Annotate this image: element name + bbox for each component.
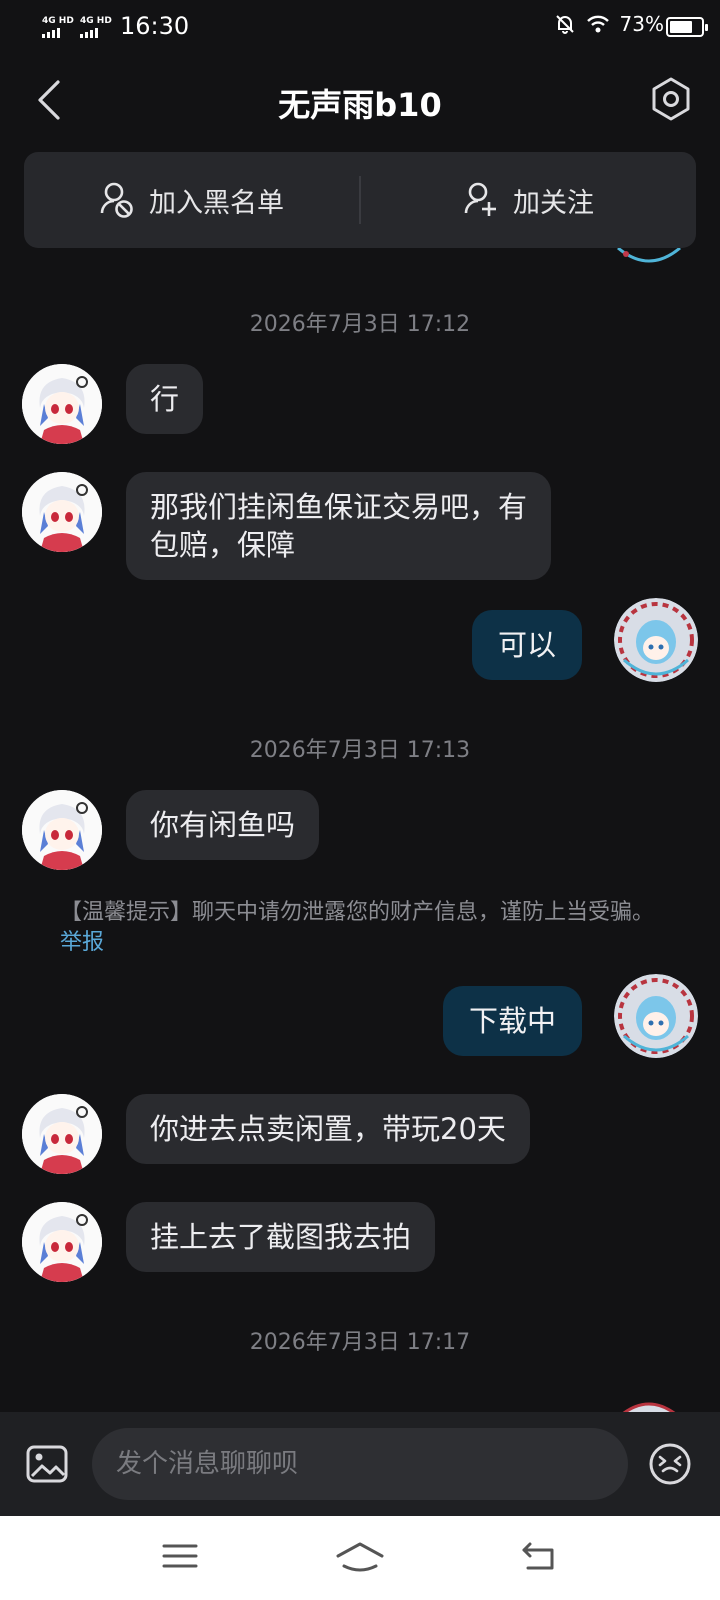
follow-button[interactable]: 加关注 (361, 152, 696, 248)
chat-message-list[interactable]: 2026年7月3日 17:12 行 那我们挂闲鱼保证交易吧，有 包赔，保障 可以… (0, 248, 720, 1412)
battery-level (670, 21, 692, 33)
contact-action-bar: 加入黑名单 加关注 (24, 152, 696, 248)
menu-icon[interactable] (158, 1536, 202, 1576)
my-avatar[interactable] (614, 974, 698, 1058)
received-message[interactable]: 行 (126, 364, 204, 434)
received-message[interactable]: 挂上去了截图我去拍 (126, 1202, 436, 1272)
battery-icon (666, 17, 708, 37)
safety-tip-text: 【温馨提示】聊天中请勿泄露您的财产信息，谨防上当受骗。 (60, 900, 655, 925)
report-link[interactable]: 举报 (60, 930, 104, 955)
timestamp: 2026年7月3日 17:13 (249, 738, 471, 763)
user-avatar-peek (622, 1402, 676, 1412)
home-icon[interactable] (334, 1536, 386, 1576)
network-type-sim1: 4G HD (42, 16, 74, 26)
timestamp: 2026年7月3日 17:12 (249, 312, 471, 337)
image-icon[interactable] (26, 1444, 68, 1484)
signal-icon-sim1: 4G HD (42, 16, 74, 38)
message-input-bar (0, 1412, 720, 1516)
my-avatar[interactable] (614, 598, 698, 682)
timestamp: 2026年7月3日 17:17 (249, 1330, 471, 1355)
mute-icon (555, 15, 574, 34)
system-navigation-bar (0, 1516, 720, 1600)
page-title: 无声雨b10 (278, 86, 442, 124)
message-line: 包赔，保障 (150, 528, 296, 562)
back-icon[interactable] (518, 1536, 562, 1576)
status-bar: 4G HD 4G HD 16:30 73% (0, 0, 720, 56)
user-avatar-peek (617, 248, 681, 263)
sent-message[interactable]: 下载中 (442, 986, 582, 1056)
wifi-icon (586, 15, 609, 33)
network-type-sim2: 4G HD (80, 16, 112, 26)
add-to-blacklist-button[interactable]: 加入黑名单 (24, 152, 359, 248)
contact-avatar[interactable] (22, 790, 102, 870)
blacklist-label: 加入黑名单 (149, 187, 284, 219)
contact-avatar[interactable] (22, 472, 102, 552)
follow-label: 加关注 (513, 187, 594, 219)
settings-icon[interactable] (648, 76, 694, 122)
signal-icon-sim2: 4G HD (80, 16, 112, 38)
contact-avatar[interactable] (22, 1202, 102, 1282)
received-message[interactable]: 你有闲鱼吗 (126, 790, 320, 860)
received-message[interactable]: 你进去点卖闲置，带玩20天 (126, 1094, 530, 1164)
chat-header: 无声雨b10 (0, 60, 720, 140)
received-message[interactable]: 那我们挂闲鱼保证交易吧，有 包赔，保障 (126, 472, 552, 580)
emoji-icon[interactable] (648, 1442, 692, 1486)
contact-avatar[interactable] (22, 1094, 102, 1174)
add-user-icon (464, 182, 496, 216)
safety-tip: 【温馨提示】聊天中请勿泄露您的财产信息，谨防上当受骗。举报 (60, 898, 660, 958)
contact-avatar[interactable] (22, 364, 102, 444)
block-user-icon (100, 182, 133, 218)
message-line: 那我们挂闲鱼保证交易吧，有 (150, 490, 528, 524)
sent-message[interactable]: 可以 (471, 610, 582, 680)
message-input[interactable] (92, 1428, 628, 1500)
battery-percent: 73% (619, 12, 664, 36)
clock: 16:30 (120, 12, 190, 40)
